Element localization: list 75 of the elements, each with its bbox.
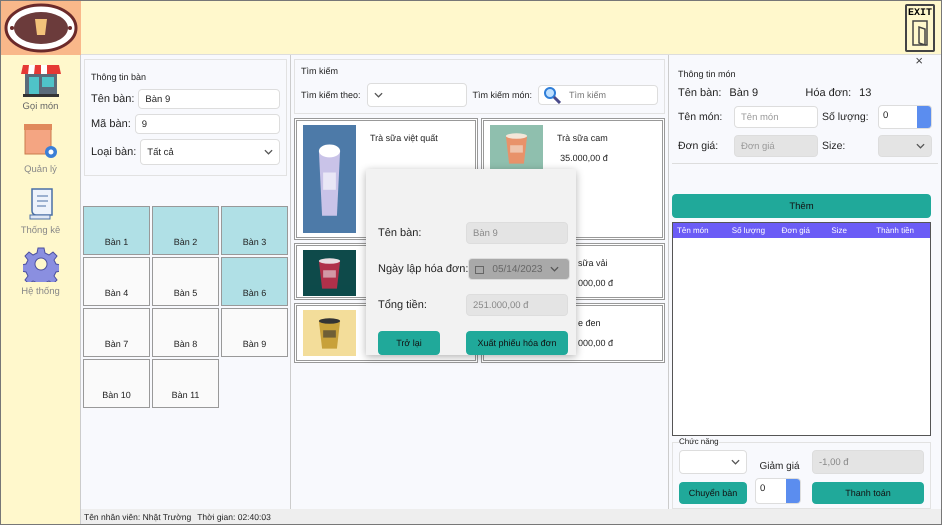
product-name: e đen [578,318,602,328]
search-by-dropdown[interactable] [366,83,467,107]
search-icon [543,86,562,104]
caret-icon [550,266,560,272]
table-type-dropdown[interactable]: Tất cả [140,139,280,165]
table-tile[interactable]: Bàn 10 [83,359,150,408]
field-label: Mã bàn: [91,118,131,130]
table-name: Bàn 9 [729,87,760,99]
group-title: Thông tin bàn [91,72,148,82]
search-input[interactable]: Tìm kiếm [569,90,650,100]
pay-button[interactable]: Thanh toán [812,482,924,504]
add-button[interactable]: Thêm [672,194,931,218]
field-label: Tên bàn: [678,87,722,99]
group-title: Chức năng [679,437,719,446]
column-header: Thành tiền [876,226,915,235]
column-header: Số lượng [732,226,766,235]
product-price: 000,00 đ [578,278,614,288]
field-label: Đơn giá: [678,140,720,152]
table-tile[interactable]: Bàn 7 [83,308,150,357]
caret-icon [916,143,925,149]
field-label: Loại bàn: [91,146,136,158]
time-text: Thời gian: 02:40:03 [197,512,271,522]
field-label: Size: [822,140,846,152]
group-title: Thông tin món [678,69,737,79]
dialog-button[interactable]: Trở lại [378,331,440,355]
table-tile[interactable]: Bàn 2 [152,206,219,255]
move-table-button[interactable]: Chuyển bàn [679,482,747,504]
door-icon [911,18,929,46]
field-label: Tên bàn: [378,227,422,239]
input-field[interactable]: Bàn 9 [138,89,280,109]
product-name: Trà sữa việt quất [370,133,438,143]
product-price: 35.000,00 đ [559,153,608,163]
caret-icon [264,149,273,155]
close-button[interactable]: × [915,53,923,68]
table-tile[interactable]: Bàn 11 [152,359,219,408]
table-tile[interactable]: Bàn 5 [152,257,219,306]
calendar-icon [475,264,484,274]
table-tile[interactable]: Bàn 3 [221,206,288,255]
product-price: 000,00 đ [578,338,614,348]
field-label: Tìm kiếm món: [472,90,532,100]
discount-spinner[interactable]: 0 [755,478,801,504]
field-label: Giảm giá [758,461,800,474]
sidebar-item[interactable]: Gọi món [2,57,78,116]
field-label: Ngày lập hóa đơn: [378,263,468,275]
function-dropdown[interactable] [679,450,747,474]
product-name: sữa vải [578,258,609,268]
group-title: Tìm kiếm [301,66,339,76]
input-field[interactable]: 9 [134,114,280,134]
column-header: Đơn giá [782,226,811,235]
field-label: Tìm kiếm theo: [301,90,361,100]
field-label: Tổng tiền: [378,299,427,311]
bill-number: 13 [859,87,872,99]
employee-name: Tên nhân viên: Nhật Trường [84,512,192,522]
table-tile[interactable]: Bàn 1 [83,206,150,255]
field-label: Hóa đơn: [805,87,852,99]
field-label: Tên món: [678,111,724,123]
table-tile[interactable]: Bàn 8 [152,308,219,357]
table-tile[interactable]: Bàn 4 [83,257,150,306]
input-field[interactable]: Tên món [734,106,818,128]
field-label: Tên bàn: [91,93,134,105]
search-bar[interactable]: Tìm kiếm [538,85,658,105]
column-header: Size [831,226,848,235]
column-header: Tên món [677,226,710,235]
caret-icon [731,459,740,465]
caret-icon [374,92,383,98]
exit-button[interactable]: EXIT [905,4,935,52]
quantity-spinner[interactable]: 0 [878,105,932,129]
gear-icon [22,246,58,282]
size-dropdown[interactable] [878,135,932,157]
product-name: Trà sữa cam [557,133,608,143]
table-tile[interactable]: Bàn 9 [221,308,288,357]
field-label: Số lượng: [822,111,870,123]
table-tile[interactable]: Bàn 6 [221,257,288,306]
box-icon [22,122,58,160]
dialog-button[interactable]: Xuất phiếu hóa đơn [466,331,568,355]
